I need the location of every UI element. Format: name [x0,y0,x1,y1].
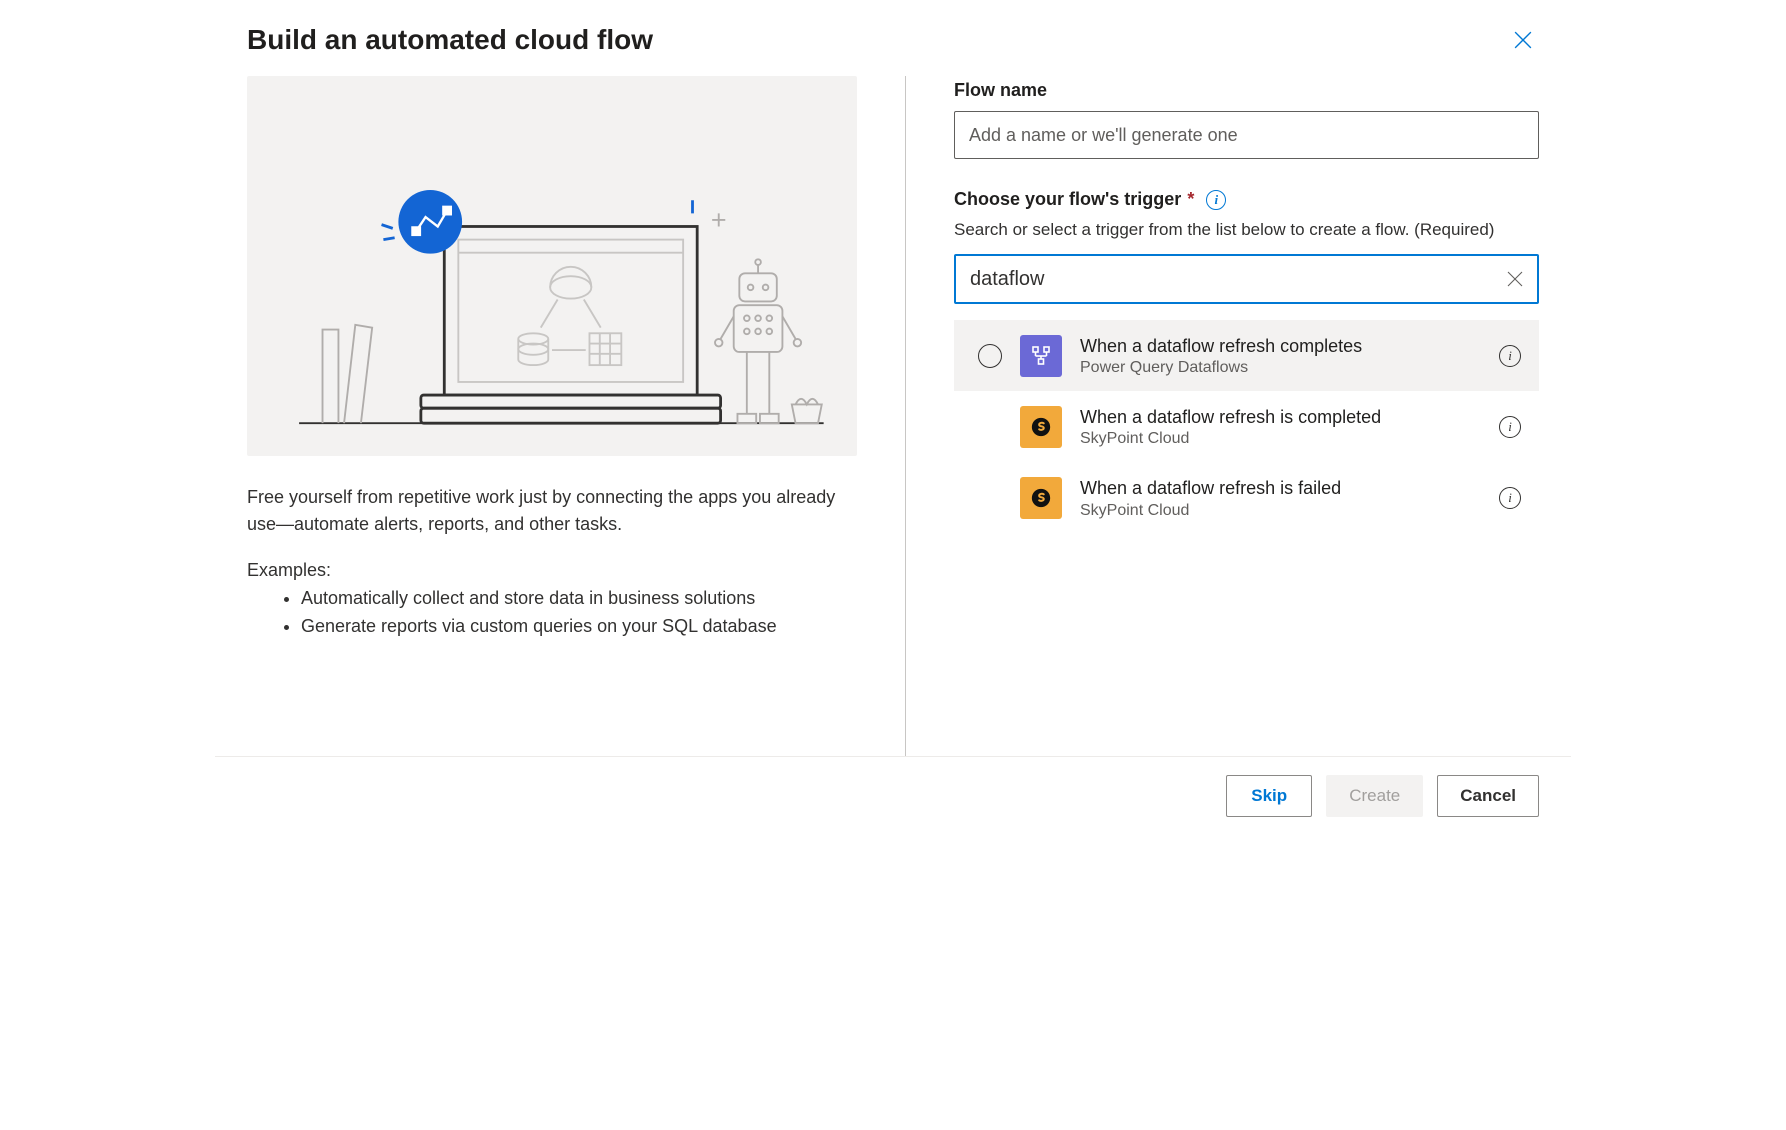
trigger-connector: SkyPoint Cloud [1080,430,1481,448]
trigger-helper-text: Search or select a trigger from the list… [954,220,1539,240]
info-icon[interactable]: i [1499,416,1521,438]
examples-list: Automatically collect and store data in … [247,585,857,641]
radio-unselected[interactable] [978,344,1002,368]
dialog-title: Build an automated cloud flow [247,24,653,56]
vertical-divider [905,76,906,756]
close-icon [1507,271,1523,287]
trigger-title: When a dataflow refresh completes [1080,334,1481,359]
trigger-option[interactable]: When a dataflow refresh completes Power … [954,320,1539,391]
examples-label: Examples: [247,560,857,581]
close-icon [1514,31,1532,49]
trigger-list: When a dataflow refresh completes Power … [954,320,1539,534]
illustration [247,76,857,456]
create-button[interactable]: Create [1326,775,1423,817]
connector-icon-skypoint [1020,406,1062,448]
clear-search-button[interactable] [1501,265,1529,293]
flow-name-input[interactable] [954,111,1539,159]
trigger-label: Choose your flow's trigger * i [954,189,1539,210]
trigger-title: When a dataflow refresh is completed [1080,405,1481,430]
connector-icon-skypoint [1020,477,1062,519]
trigger-title: When a dataflow refresh is failed [1080,476,1481,501]
required-asterisk: * [1187,189,1194,210]
flow-name-label: Flow name [954,80,1539,101]
flow-name-label-text: Flow name [954,80,1047,101]
skip-button[interactable]: Skip [1226,775,1312,817]
trigger-connector: SkyPoint Cloud [1080,502,1481,520]
info-icon[interactable]: i [1499,345,1521,367]
info-icon[interactable]: i [1206,190,1226,210]
cancel-button[interactable]: Cancel [1437,775,1539,817]
trigger-connector: Power Query Dataflows [1080,359,1481,377]
trigger-option[interactable]: When a dataflow refresh is completed Sky… [954,391,1539,462]
description-text: Free yourself from repetitive work just … [247,484,857,538]
trigger-label-text: Choose your flow's trigger [954,189,1181,210]
trigger-search-input[interactable] [954,254,1539,304]
info-icon[interactable]: i [1499,487,1521,509]
close-button[interactable] [1507,24,1539,56]
example-item: Automatically collect and store data in … [301,585,857,613]
example-item: Generate reports via custom queries on y… [301,613,857,641]
connector-icon-dataflows [1020,335,1062,377]
illustration-svg [271,106,833,450]
trigger-option[interactable]: When a dataflow refresh is failed SkyPoi… [954,462,1539,533]
